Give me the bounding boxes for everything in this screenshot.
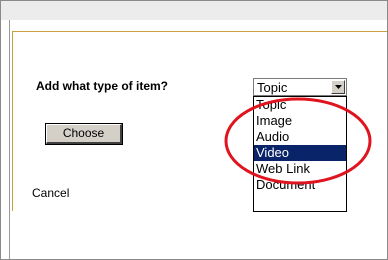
window-frame — [0, 0, 388, 260]
screenshot: Add what type of item? Choose Cancel Top… — [0, 0, 388, 260]
